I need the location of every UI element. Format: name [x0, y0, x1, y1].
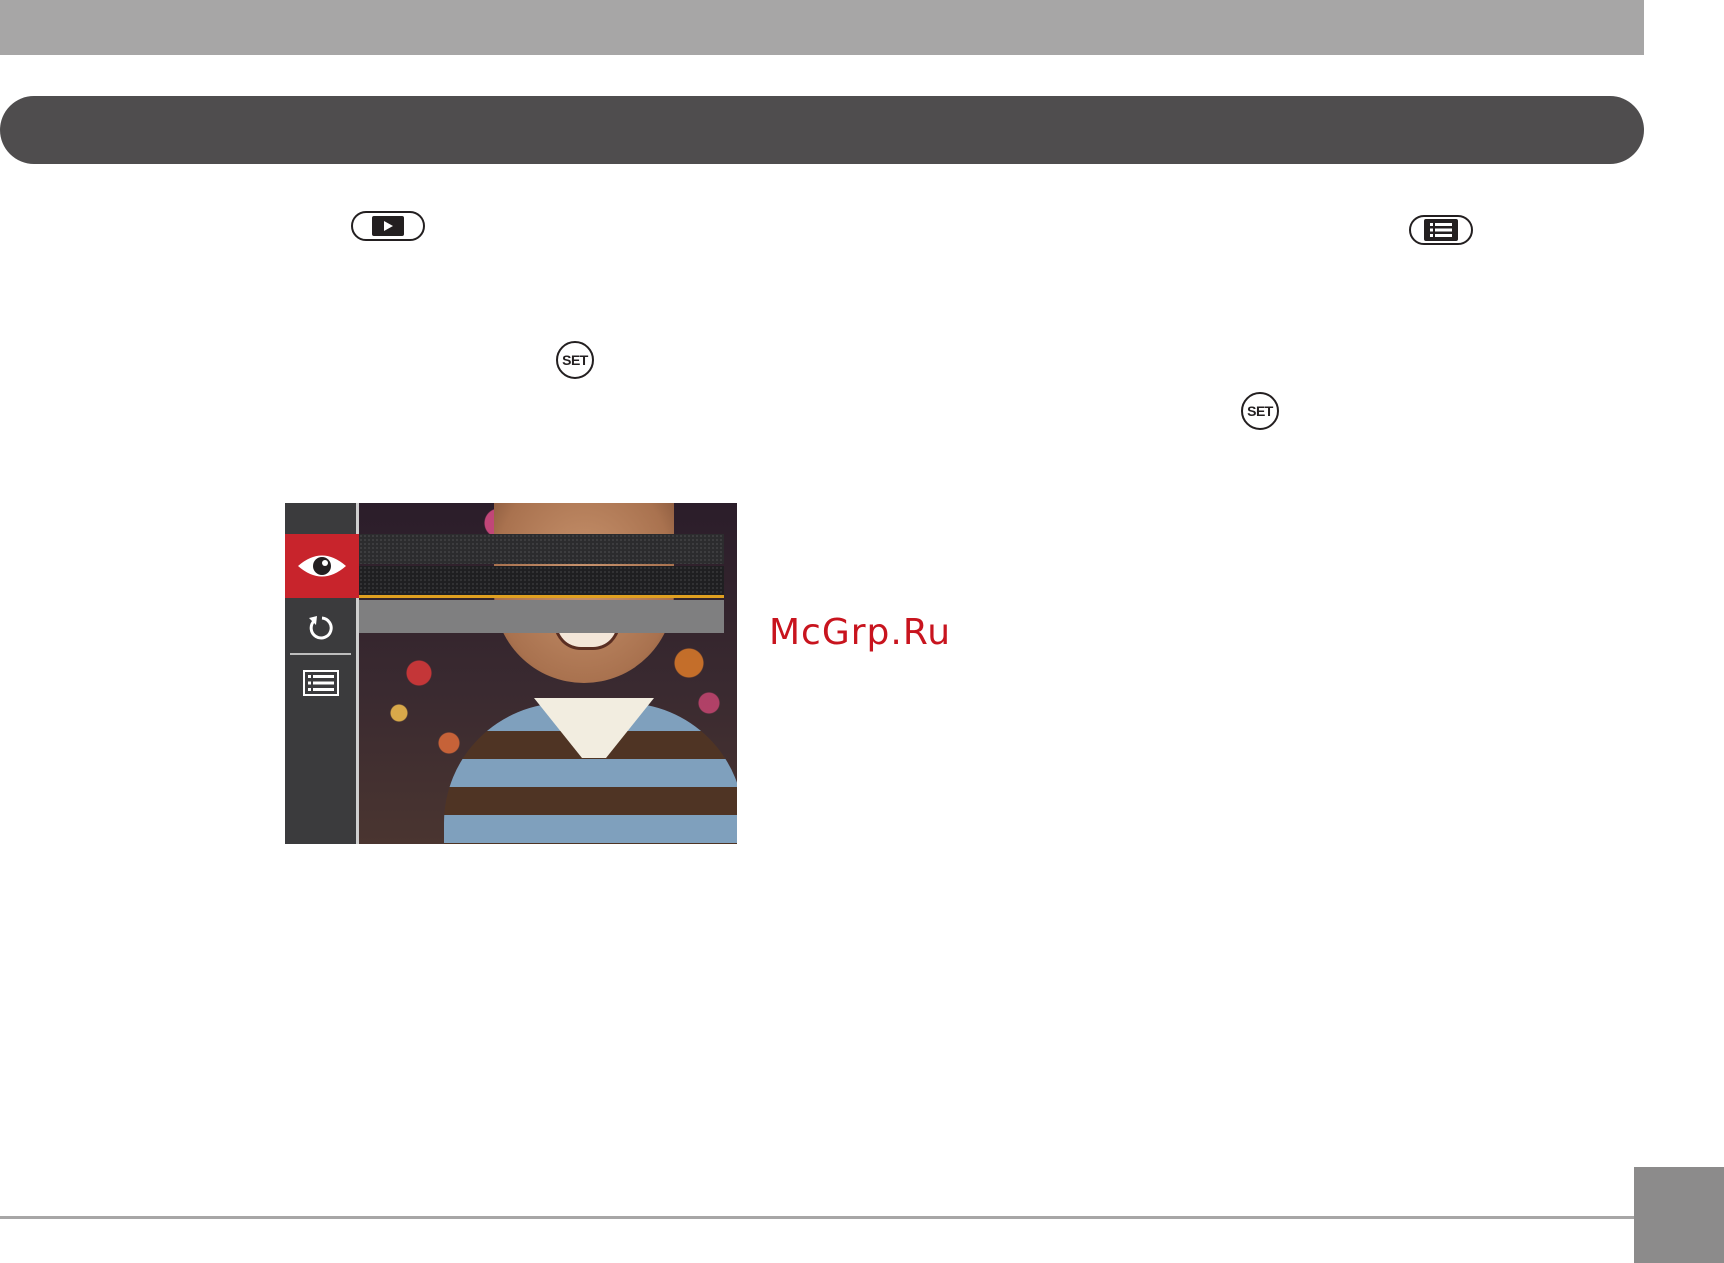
tab-menu[interactable]	[285, 658, 356, 708]
watermark-text: McGrp.Ru	[769, 612, 952, 653]
menu-list-icon	[302, 670, 339, 696]
play-icon	[372, 216, 404, 236]
tab-divider	[290, 653, 351, 655]
eye-icon	[298, 555, 346, 577]
tab-eye[interactable]	[285, 534, 359, 598]
camera-screen-preview	[285, 503, 737, 844]
menu-option-2[interactable]	[359, 566, 724, 598]
menu-option-1[interactable]	[359, 534, 724, 564]
tab-rotate[interactable]	[285, 603, 356, 653]
playback-button[interactable]	[351, 211, 425, 241]
footer-rule	[0, 1216, 1634, 1219]
rotate-icon	[308, 616, 333, 640]
set-button-icon[interactable]: SET	[1241, 392, 1279, 430]
menu-option-selected[interactable]	[359, 600, 724, 633]
set-button-icon[interactable]: SET	[556, 341, 594, 379]
menu-list-icon	[1424, 219, 1458, 241]
section-title-bar	[0, 96, 1644, 164]
page-number-tab	[1634, 1167, 1724, 1263]
menu-button[interactable]	[1409, 215, 1473, 245]
header-band	[0, 0, 1644, 55]
